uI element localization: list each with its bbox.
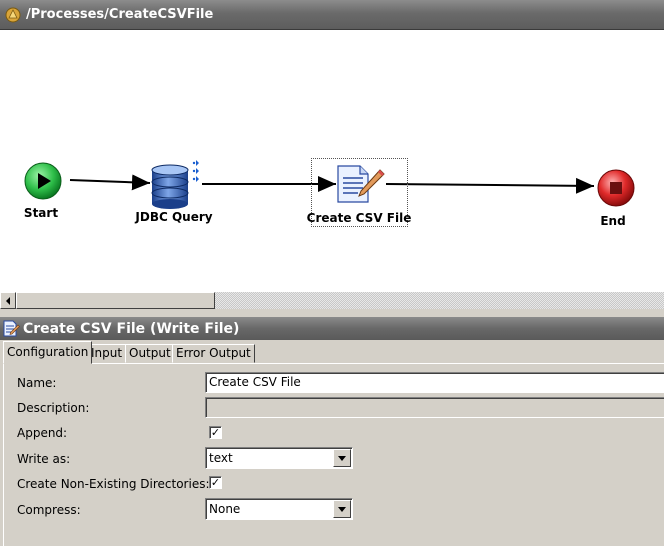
- write-file-icon: [3, 320, 20, 337]
- create-csv-file-node[interactable]: [336, 164, 386, 207]
- jdbc-query-label: JDBC Query: [135, 210, 213, 224]
- compress-value: None: [209, 502, 241, 516]
- write-file-icon: [337, 165, 385, 203]
- create-dirs-checkbox[interactable]: ✓: [209, 476, 222, 489]
- append-checkbox[interactable]: ✓: [209, 426, 222, 439]
- transition-csv-end: [385, 177, 595, 194]
- tab-output[interactable]: Output: [125, 344, 175, 363]
- create-csv-file-label: Create CSV File: [306, 211, 412, 225]
- tab-error-output[interactable]: Error Output: [172, 344, 255, 363]
- jdbc-query-node[interactable]: [150, 158, 204, 213]
- process-canvas[interactable]: Start JDBC Query Create CSV File End: [0, 30, 664, 292]
- write-as-select[interactable]: text: [205, 447, 353, 469]
- create-dirs-label: Create Non-Existing Directories:: [17, 477, 210, 491]
- compress-select[interactable]: None: [205, 498, 353, 520]
- transition-start-jdbc: [69, 174, 151, 191]
- tab-strip: Configuration Input Output Error Output: [0, 341, 664, 364]
- name-label: Name:: [17, 376, 57, 390]
- end-icon: [597, 169, 635, 207]
- end-node[interactable]: [596, 168, 636, 211]
- activity-title: Create CSV File (Write File): [23, 320, 240, 337]
- canvas-horizontal-scrollbar[interactable]: [0, 292, 664, 309]
- configuration-panel: Name: Create CSV File Description: Appen…: [3, 363, 664, 546]
- process-path: /Processes/CreateCSVFile: [26, 7, 214, 22]
- start-icon: [24, 162, 62, 200]
- database-icon: [151, 160, 199, 209]
- name-field[interactable]: Create CSV File: [205, 372, 664, 393]
- description-label: Description:: [17, 401, 90, 415]
- chevron-down-icon[interactable]: [333, 500, 351, 518]
- process-icon: [5, 7, 21, 22]
- scroll-left-button[interactable]: [0, 292, 16, 309]
- scroll-thumb[interactable]: [16, 292, 215, 309]
- process-title-bar: /Processes/CreateCSVFile: [0, 0, 664, 30]
- tab-configuration[interactable]: Configuration: [3, 341, 93, 364]
- description-field[interactable]: [205, 397, 664, 418]
- chevron-down-icon[interactable]: [333, 449, 351, 467]
- write-as-label: Write as:: [17, 452, 71, 466]
- start-label: Start: [23, 206, 59, 220]
- compress-label: Compress:: [17, 503, 81, 517]
- arrow-left-icon: [6, 296, 10, 305]
- divider: [0, 309, 664, 317]
- activity-title-bar: Create CSV File (Write File): [0, 317, 664, 340]
- tab-input[interactable]: Input: [87, 344, 127, 363]
- start-node[interactable]: [24, 162, 62, 203]
- write-as-value: text: [209, 451, 233, 465]
- append-label: Append:: [17, 426, 68, 440]
- end-label: End: [600, 214, 626, 228]
